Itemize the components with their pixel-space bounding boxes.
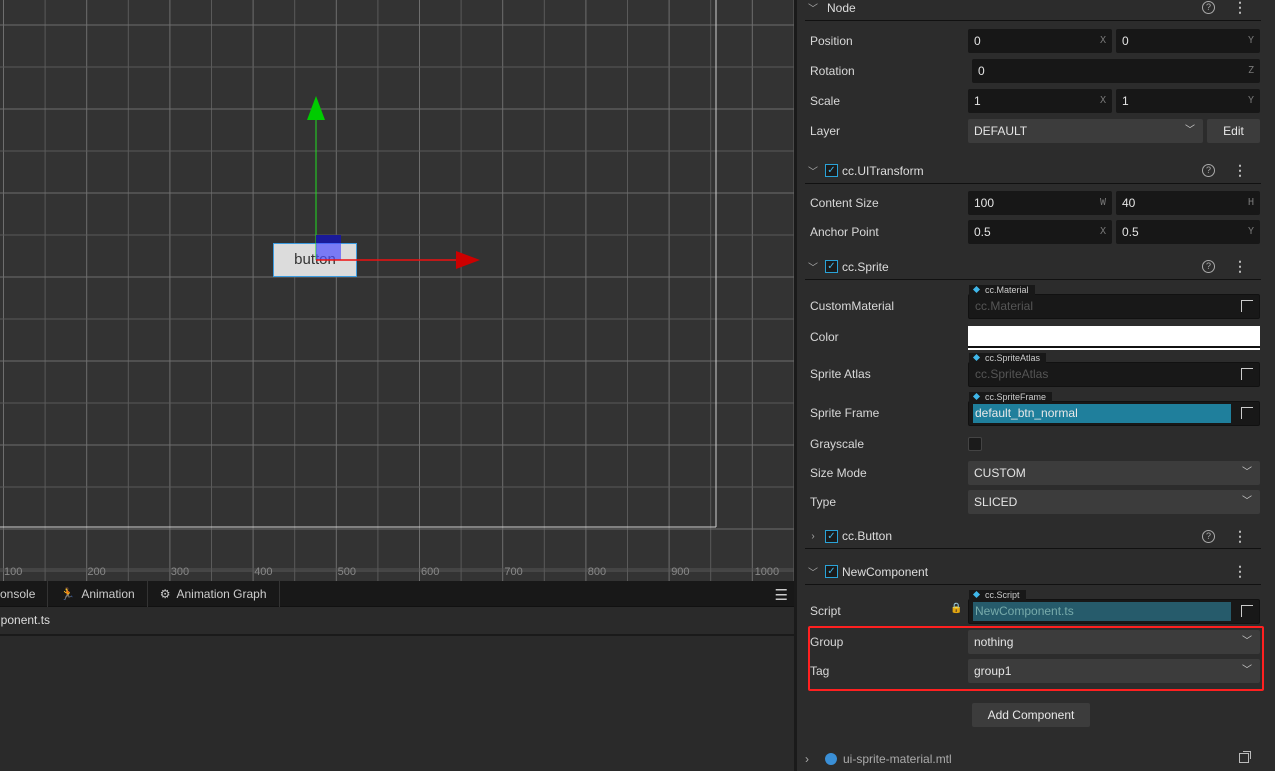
content-height-input[interactable]: 40 H [1116,191,1260,215]
grayscale-label: Grayscale [810,437,865,451]
grayscale-checkbox[interactable] [968,437,982,451]
tab-label: onsole [0,586,36,601]
scale-x-input[interactable]: 1X [968,89,1112,113]
group-label: Group [810,635,844,649]
chevron-right-icon[interactable]: › [805,531,821,542]
enabled-checkbox[interactable]: ✓ [825,529,838,543]
custom-material-label: CustomMaterial [810,299,895,313]
group-select[interactable]: nothing ﹀ [968,630,1260,654]
section-title: Node [827,0,856,15]
menu-icon[interactable]: ☰ [775,586,788,604]
anchor-label: Anchor Point [810,225,879,239]
running-man-icon: 🏃 [60,586,76,601]
chevron-down-icon: ﹀ [1242,636,1252,647]
chevron-down-icon[interactable]: ﹀ [805,0,821,15]
picker-icon[interactable] [1241,368,1253,380]
bottom-panel: onsole 🏃 Animation ⚙ Animation Graph ☰ npo… [0,580,794,771]
x-arrow-icon [456,251,480,269]
file-name: nponent.ts [0,607,794,636]
type-select[interactable]: SLICED ﹀ [968,490,1260,514]
picker-icon[interactable] [1241,407,1253,419]
tag-select[interactable]: group1 ﹀ [968,659,1260,683]
animation-graph-icon: ⚙ [159,586,171,601]
enabled-checkbox[interactable]: ✓ [825,260,838,273]
chevron-down-icon[interactable]: ﹀ [805,564,821,579]
help-icon[interactable]: ? [1202,529,1215,543]
chevron-down-icon[interactable]: ﹀ [805,163,821,178]
bottom-tabbar: onsole 🏃 Animation ⚙ Animation Graph ☰ [0,580,794,607]
sprite-atlas-field[interactable]: cc.SpriteAtlas cc.SpriteAtlas [968,353,1260,387]
anchor-y-input[interactable]: 0.5 Y [1116,220,1260,244]
layer-label: Layer [810,124,841,138]
layer-edit-button[interactable]: Edit [1207,119,1260,143]
more-icon[interactable]: ⋮ [1233,563,1247,580]
scale-y-input[interactable]: 1Y [1116,89,1260,113]
tab-animation-graph[interactable]: ⚙ Animation Graph [148,580,280,607]
content-size-label: Content Size [810,196,879,210]
color-swatch[interactable] [968,326,1260,348]
sprite-frame-field[interactable]: cc.SpriteFrame default_btn_normal [968,392,1260,426]
color-label: Color [810,330,839,344]
help-icon[interactable]: ? [1202,260,1215,273]
sprite-atlas-label: Sprite Atlas [810,367,871,381]
scene-view[interactable]: 100 200 300 400 500 600 700 800 900 1000 button [0,0,795,581]
rotation-label: Rotation [810,64,855,78]
size-mode-label: Size Mode [810,466,867,480]
custom-material-field[interactable]: cc.Material cc.Material [968,285,1260,319]
chevron-down-icon[interactable]: ﹀ [805,259,821,274]
section-uitransform[interactable]: ﹀ ✓ cc.UITransform ? ⋮ [805,158,1261,184]
section-title: NewComponent [842,564,929,579]
layer-select[interactable]: DEFAULT ﹀ [968,119,1203,143]
chevron-right-icon[interactable]: › [805,752,821,766]
type-label: Type [810,495,837,509]
size-mode-select[interactable]: CUSTOM ﹀ [968,461,1260,485]
section-node[interactable]: ﹀ Node ? ⋮ [805,0,1261,21]
transform-gizmo[interactable] [0,0,794,581]
tab-label: Animation Graph [176,586,267,601]
section-button[interactable]: › ✓ cc.Button ? ⋮ [805,523,1261,549]
material-icon [825,753,837,765]
chevron-down-icon: ﹀ [1242,665,1252,676]
help-icon[interactable]: ? [1202,164,1215,177]
chevron-down-icon: ﹀ [1185,125,1195,136]
anchor-x-input[interactable]: 0.5 X [968,220,1112,244]
position-label: Position [810,34,853,48]
position-x-input[interactable]: 0X [968,29,1112,53]
more-icon[interactable]: ⋮ [1233,162,1247,179]
more-icon[interactable]: ⋮ [1233,0,1247,16]
script-field[interactable]: cc.Script NewComponent.ts [968,590,1260,624]
rotation-input[interactable]: 0Z [972,59,1260,83]
material-section[interactable]: › ui-sprite-material.mtl [805,748,1261,770]
section-new-component[interactable]: ﹀ ✓ NewComponent ⋮ [805,559,1261,585]
section-sprite[interactable]: ﹀ ✓ cc.Sprite ? ⋮ [805,254,1261,280]
tab-animation[interactable]: 🏃 Animation [48,580,148,607]
y-arrow-icon [307,96,325,120]
section-title: cc.UITransform [842,163,924,178]
add-component-button[interactable]: Add Component [972,703,1090,727]
tab-label: Animation [81,586,135,601]
inspector-panel: ﹀ Node ? ⋮ Position 0X 0Y Rotation 0Z Scal… [797,0,1275,771]
tag-label: Tag [810,664,830,678]
lock-icon: 🔒 [950,603,963,614]
picker-icon[interactable] [1241,605,1253,617]
enabled-checkbox[interactable]: ✓ [825,565,838,578]
enabled-checkbox[interactable]: ✓ [825,164,838,177]
picker-icon[interactable] [1241,300,1253,312]
section-title: cc.Sprite [842,259,889,274]
material-title: ui-sprite-material.mtl [843,752,952,766]
script-label: Script [810,604,841,618]
chevron-down-icon: ﹀ [1242,496,1252,507]
position-y-input[interactable]: 0Y [1116,29,1260,53]
copy-icon[interactable] [1239,753,1249,763]
help-icon[interactable]: ? [1202,1,1215,14]
more-icon[interactable]: ⋮ [1233,528,1247,545]
content-width-input[interactable]: 100 W [968,191,1112,215]
scale-label: Scale [810,94,841,108]
tab-console[interactable]: onsole [0,580,49,607]
more-icon[interactable]: ⋮ [1233,258,1247,275]
sprite-frame-label: Sprite Frame [810,406,880,420]
section-title: cc.Button [842,529,893,543]
chevron-down-icon: ﹀ [1242,467,1252,478]
